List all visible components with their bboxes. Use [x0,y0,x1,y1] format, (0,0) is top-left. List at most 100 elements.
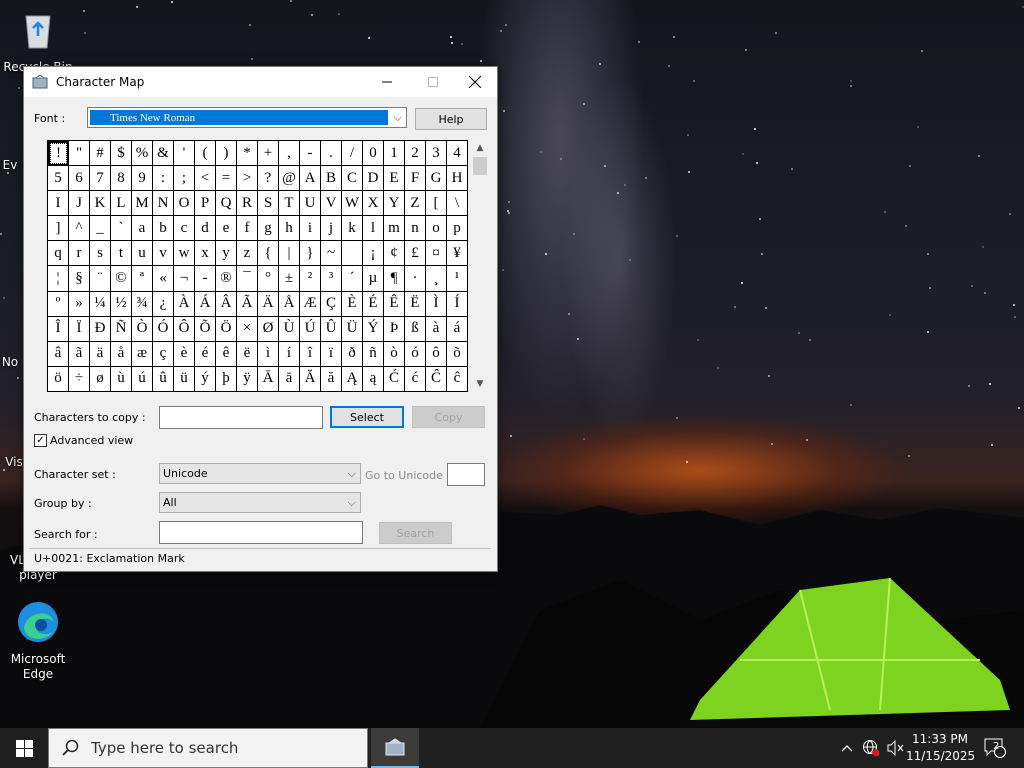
character-cell[interactable]: ° [258,266,279,292]
character-cell[interactable]: ± [279,266,300,292]
character-cell[interactable]: ½ [111,291,132,317]
character-cell[interactable]: N [153,191,174,217]
character-cell[interactable]: Ú [300,316,321,342]
character-cell[interactable]: î [300,341,321,367]
character-cell[interactable]: i [300,216,321,242]
character-cell[interactable]: d [195,216,216,242]
character-cell[interactable]: ' [174,141,195,167]
taskbar-clock[interactable]: 11:33 PM 11/15/2025 [906,731,975,765]
character-cell[interactable]: ® [216,266,237,292]
character-cell[interactable]: n [405,216,426,242]
character-cell[interactable]: ; [174,166,195,192]
character-cell[interactable]: / [342,141,363,167]
character-cell[interactable]: * [237,141,258,167]
character-cell[interactable]: ê [216,341,237,367]
character-cell[interactable]: ñ [363,341,384,367]
character-cell[interactable]: h [279,216,300,242]
character-cell[interactable]: Þ [384,316,405,342]
character-cell[interactable]: " [69,141,90,167]
character-cell[interactable]: D [363,166,384,192]
character-cell[interactable]: Ô [174,316,195,342]
character-cell[interactable]: % [132,141,153,167]
character-cell[interactable]: f [237,216,258,242]
character-cell[interactable]: k [342,216,363,242]
character-cell[interactable]: ù [111,366,132,392]
character-cell[interactable]: A [300,166,321,192]
character-cell[interactable]: ¨ [90,266,111,292]
character-cell[interactable]: ă [321,366,342,392]
character-cell[interactable]: 7 [90,166,111,192]
character-cell[interactable]: Ò [132,316,153,342]
select-button[interactable]: Select [330,406,404,428]
character-cell[interactable]: J [69,191,90,217]
character-cell[interactable]: j [321,216,342,242]
character-cell[interactable]: Z [405,191,426,217]
character-cell[interactable]: æ [132,341,153,367]
character-cell[interactable]: ´ [342,266,363,292]
character-cell[interactable]: = [216,166,237,192]
character-cell[interactable]: C [342,166,363,192]
character-cell[interactable]: Ö [216,316,237,342]
character-cell[interactable]: Ø [258,316,279,342]
character-cell[interactable]: H [447,166,468,192]
character-cell[interactable]: ² [300,266,321,292]
character-cell[interactable]: V [321,191,342,217]
character-cell[interactable]: ø [90,366,111,392]
character-cell[interactable]: Õ [195,316,216,342]
desktop-icon-recycle-bin[interactable]: Recycle Bin [0,8,76,75]
copy-button[interactable]: Copy [412,406,485,428]
character-cell[interactable]: ¸ [426,266,447,292]
character-cell[interactable]: Q [216,191,237,217]
character-cell[interactable]: u [132,241,153,267]
search-button[interactable]: Search [379,522,452,544]
character-cell[interactable]: - [300,141,321,167]
scroll-up-icon[interactable]: ▲ [471,140,489,156]
character-set-dropdown[interactable]: Unicode ⌵ [159,463,361,484]
character-cell[interactable]: ć [405,366,426,392]
character-cell[interactable]: | [279,241,300,267]
character-cell[interactable]: Á [195,291,216,317]
character-cell[interactable]: ! [48,141,69,167]
character-cell[interactable]: å [111,341,132,367]
start-button[interactable] [0,728,48,768]
character-cell[interactable]: á [447,316,468,342]
character-cell[interactable]: ¼ [90,291,111,317]
character-cell[interactable]: ( [195,141,216,167]
close-button[interactable] [452,67,498,97]
character-cell[interactable]: Â [216,291,237,317]
character-cell[interactable]: ó [405,341,426,367]
character-cell[interactable]: Ï [69,316,90,342]
character-cell[interactable]: à [426,316,447,342]
character-cell[interactable]: · [405,266,426,292]
character-cell[interactable]: a [132,216,153,242]
character-cell[interactable]: Ü [342,316,363,342]
character-cell[interactable]: ) [216,141,237,167]
character-cell[interactable]: ¡ [363,241,384,267]
character-cell[interactable]: , [279,141,300,167]
character-cell[interactable]: < [195,166,216,192]
character-cell[interactable]: Î [48,316,69,342]
character-cell[interactable]: L [111,191,132,217]
character-cell[interactable]: Ë [405,291,426,317]
character-cell[interactable]: é [195,341,216,367]
character-cell[interactable]: Å [279,291,300,317]
character-cell[interactable]: ÷ [69,366,90,392]
character-cell[interactable]: ¢ [384,241,405,267]
title-bar[interactable]: Character Map [24,67,497,97]
character-cell[interactable]: § [69,266,90,292]
character-cell[interactable]: t [111,241,132,267]
character-cell[interactable]: 1 [384,141,405,167]
character-cell[interactable]: Ā [258,366,279,392]
character-cell[interactable]: g [258,216,279,242]
character-cell[interactable]: ß [405,316,426,342]
character-cell[interactable]: w [174,241,195,267]
character-cell[interactable]: ë [237,341,258,367]
character-cell[interactable]: M [132,191,153,217]
group-by-dropdown[interactable]: All ⌵ [159,492,361,513]
character-cell[interactable]: E [384,166,405,192]
character-cell[interactable]: ¿ [153,291,174,317]
character-cell[interactable]: ì [258,341,279,367]
character-cell[interactable]: y [216,241,237,267]
character-cell[interactable]: µ [363,266,384,292]
go-to-unicode-input[interactable] [447,463,485,486]
